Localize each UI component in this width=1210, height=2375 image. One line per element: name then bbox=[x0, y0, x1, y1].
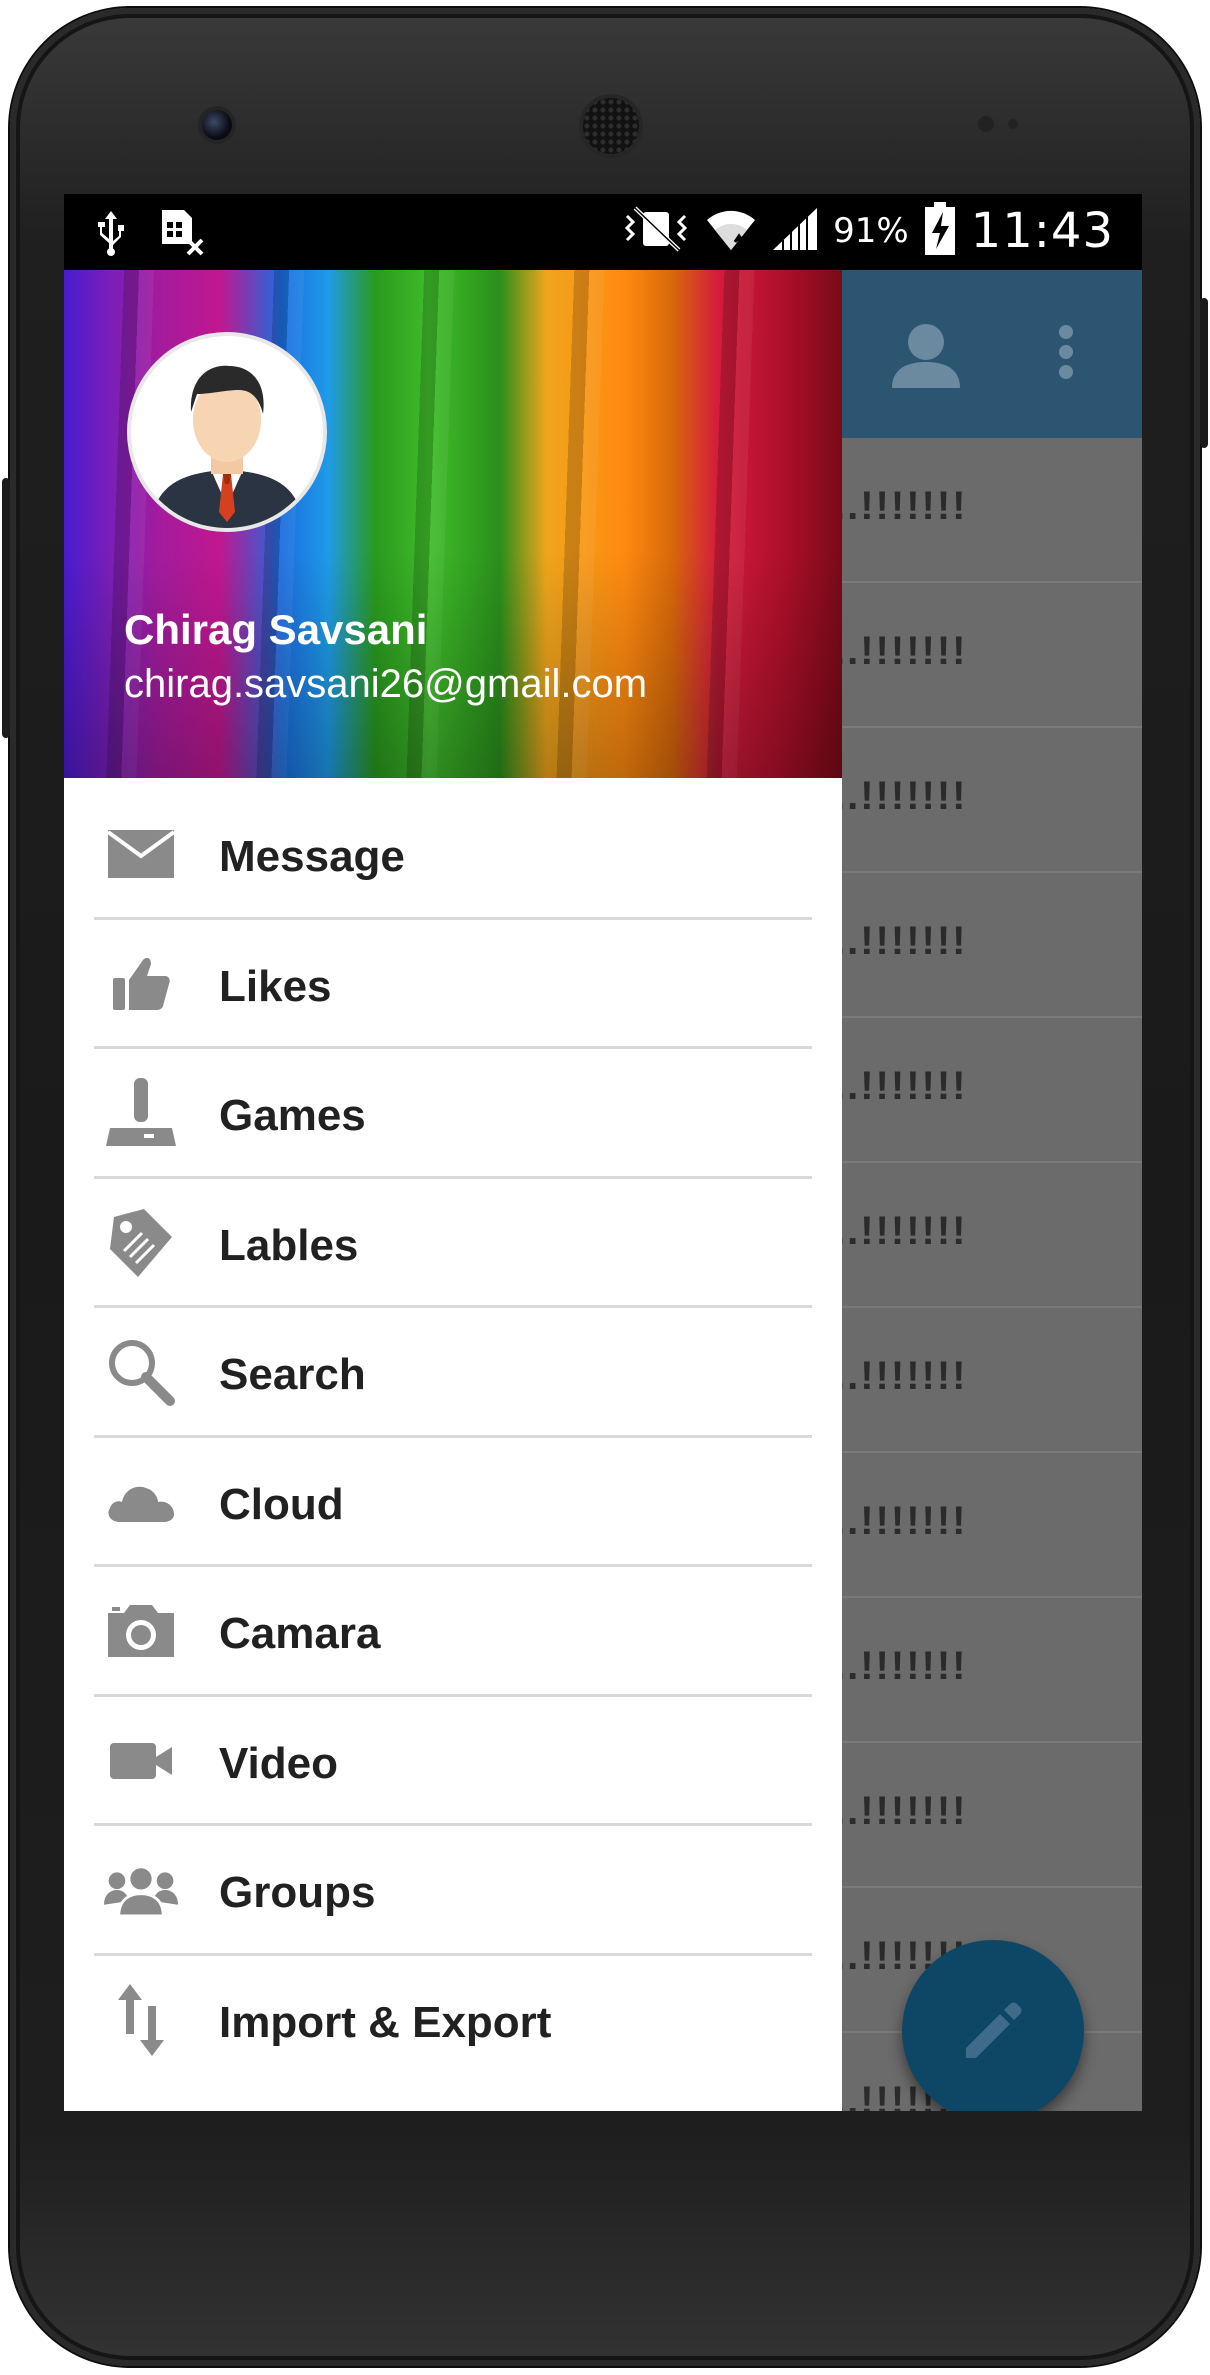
thumbs-up-icon bbox=[104, 952, 178, 1016]
menu-item-label: Likes bbox=[219, 961, 332, 1011]
list-item-text: ..!!!!!!! bbox=[834, 1644, 968, 1688]
menu-item-label: Groups bbox=[219, 1868, 376, 1917]
battery-charging-icon bbox=[923, 202, 957, 260]
wifi-icon bbox=[705, 204, 757, 258]
compose-fab[interactable] bbox=[902, 1940, 1084, 2111]
menu-item-label: Search bbox=[219, 1350, 366, 1399]
list-item-text: ..!!!!!!! bbox=[834, 484, 968, 528]
tag-icon bbox=[104, 1208, 178, 1277]
menu-item-lables[interactable]: Lables bbox=[64, 1179, 842, 1308]
video-camera-icon bbox=[104, 1729, 178, 1793]
signal-icon bbox=[771, 204, 819, 258]
import-export-icon bbox=[104, 1983, 178, 2056]
menu-item-camara[interactable]: Camara bbox=[64, 1567, 842, 1697]
vibrate-mute-icon bbox=[621, 204, 691, 258]
joystick-icon bbox=[104, 1078, 178, 1146]
status-bar: 91% 11:43 bbox=[64, 194, 1142, 270]
cloud-icon bbox=[104, 1470, 178, 1534]
menu-item-label: Import & Export bbox=[219, 1997, 552, 2047]
menu-item-games[interactable]: Games bbox=[64, 1049, 842, 1179]
battery-percent: 91% bbox=[833, 211, 909, 251]
menu-item-label: Games bbox=[219, 1091, 366, 1140]
menu-item-cloud[interactable]: Cloud bbox=[64, 1438, 842, 1567]
search-icon bbox=[104, 1340, 178, 1406]
menu-item-groups[interactable]: Groups bbox=[64, 1826, 842, 1956]
menu-item-label: Cloud bbox=[219, 1479, 344, 1529]
user-email: chirag.savsani26@gmail.com bbox=[124, 662, 648, 706]
list-item-text: ..!!!!!!! bbox=[834, 1499, 968, 1543]
menu-item-likes[interactable]: Likes bbox=[64, 920, 842, 1049]
power-button bbox=[2, 478, 10, 738]
drawer-header: Chirag Savsani chirag.savsani26@gmail.co… bbox=[64, 270, 842, 778]
camera-icon bbox=[104, 1599, 178, 1663]
proximity-sensor bbox=[978, 116, 994, 132]
list-item-text: ..!!!!!!! bbox=[834, 919, 968, 963]
list-item-text: ..!!!!!!! bbox=[834, 774, 968, 818]
clock: 11:43 bbox=[970, 203, 1114, 259]
usb-icon bbox=[94, 209, 128, 261]
mail-icon bbox=[104, 822, 178, 886]
list-item-text: ..!!!!!!! bbox=[834, 1209, 968, 1253]
volume-button bbox=[1200, 298, 1208, 448]
profile-icon[interactable] bbox=[890, 322, 962, 393]
menu-item-video[interactable]: Video bbox=[64, 1697, 842, 1826]
menu-item-label: Lables bbox=[219, 1220, 359, 1270]
menu-item-search[interactable]: Search bbox=[64, 1308, 842, 1438]
no-sim-icon bbox=[158, 208, 206, 262]
list-item-text: ..!!!!!!! bbox=[834, 1354, 968, 1398]
menu-item-label: Message bbox=[219, 832, 405, 881]
group-icon bbox=[104, 1858, 178, 1922]
overflow-menu-icon[interactable] bbox=[1058, 324, 1074, 385]
list-item-text: ..!!!!!!! bbox=[834, 1064, 968, 1108]
screen: 91% 11:43 ..!!!!!!!..!!!!!!!..!!!!!!!..!… bbox=[64, 194, 1142, 2111]
user-name: Chirag Savsani bbox=[124, 606, 428, 653]
avatar[interactable] bbox=[127, 332, 327, 532]
menu-item-label: Camara bbox=[219, 1609, 381, 1658]
earpiece-speaker bbox=[583, 98, 639, 154]
front-camera bbox=[202, 110, 232, 140]
menu-item-import-export[interactable]: Import & Export bbox=[64, 1956, 842, 2086]
light-sensor bbox=[1008, 119, 1018, 129]
menu-item-label: Video bbox=[219, 1738, 339, 1788]
menu-item-message[interactable]: Message bbox=[64, 790, 842, 920]
edit-pencil-icon bbox=[966, 2002, 1022, 2058]
drawer-menu: Message Likes Games Lables Search Cloud … bbox=[64, 790, 842, 2085]
list-item-text: ..!!!!!!! bbox=[834, 1789, 968, 1833]
list-item-text: ..!!!!!!! bbox=[834, 629, 968, 673]
navigation-drawer: Chirag Savsani chirag.savsani26@gmail.co… bbox=[64, 270, 842, 2111]
